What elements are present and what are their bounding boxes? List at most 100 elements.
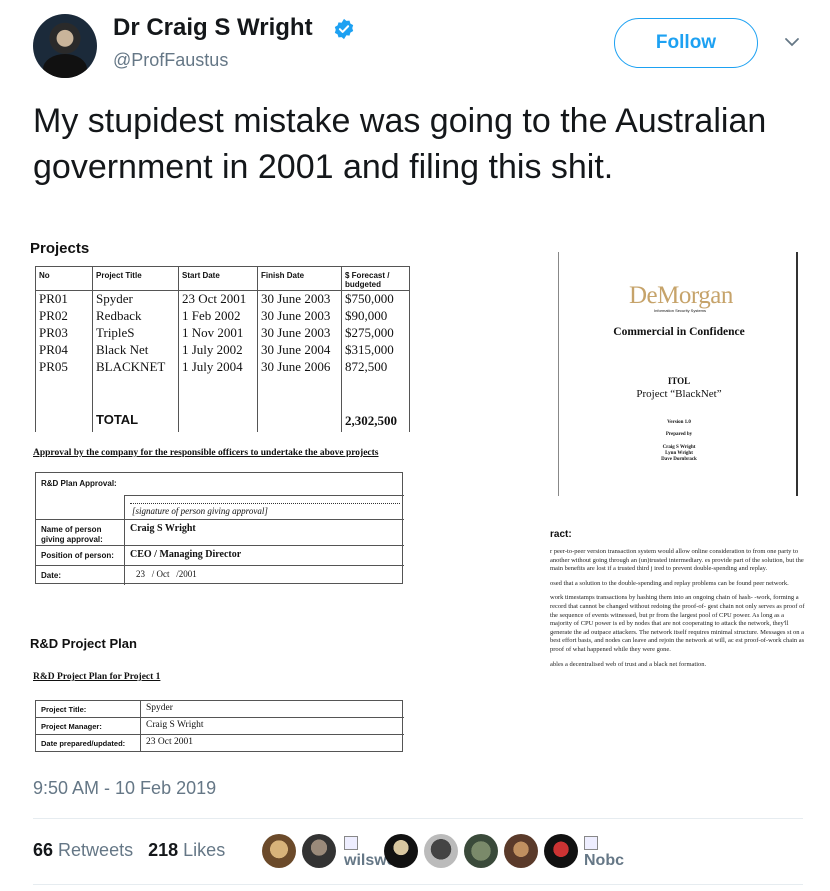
rd-row: Project Manager: Craig S Wright: [36, 718, 404, 735]
plan-approval-label: R&D Plan Approval:: [41, 479, 117, 488]
table-row: [35, 375, 410, 406]
verified-badge-icon: [334, 18, 354, 40]
divider: [33, 818, 803, 819]
rd-heading: R&D Project Plan: [30, 636, 137, 651]
liker-avatar[interactable]: [504, 834, 538, 868]
table-cell: PR02: [35, 307, 93, 325]
liker-avatar[interactable]: [262, 834, 296, 868]
projects-heading: Projects: [30, 240, 90, 257]
tweet-text: My stupidest mistake was going to the Au…: [33, 102, 767, 186]
chevron-down-icon[interactable]: [784, 34, 800, 50]
rd-label: Project Manager:: [41, 722, 102, 731]
column-header: Project Title: [92, 266, 179, 291]
date-label: Date:: [41, 571, 62, 580]
table-cell: 30 June 2006: [257, 358, 342, 376]
follow-button[interactable]: Follow: [614, 18, 758, 68]
column-header: Finish Date: [257, 266, 342, 291]
table-cell: Spyder: [92, 290, 179, 308]
table-cell: $750,000: [341, 290, 410, 308]
liker-avatar[interactable]: [464, 834, 498, 868]
table-cell: BLACKNET: [92, 358, 179, 376]
liker-alt-text: Nobc: [584, 852, 624, 869]
liker-avatar[interactable]: [302, 834, 336, 868]
total-value: 2,302,500: [341, 405, 410, 432]
table-cell: PR05: [35, 358, 93, 376]
table-row: PR02 Redback 1 Feb 2002 30 June 2003 $90…: [35, 307, 410, 325]
approval-box: R&D Plan Approval: [signature of person …: [35, 472, 404, 585]
table-cell: 1 July 2002: [178, 341, 258, 359]
liker-avatar[interactable]: [544, 834, 578, 868]
table-row: PR03 TripleS 1 Nov 2001 30 June 2003 $27…: [35, 324, 410, 342]
rd-plan-box: Project Title: Spyder Project Manager: C…: [35, 700, 404, 752]
likers-avatars: wilswe Nobc: [262, 834, 682, 870]
position-label: Position of person:: [41, 551, 114, 560]
demorgan-tagline: Information Security Systems: [654, 308, 707, 313]
column-header: No: [35, 266, 93, 291]
author-handle[interactable]: @ProfFaustus: [113, 50, 228, 71]
table-cell: 30 June 2004: [257, 341, 342, 359]
likes-count[interactable]: 218: [148, 840, 178, 860]
tweet-media-document[interactable]: Projects No Project Title Start Date Fin…: [30, 236, 805, 766]
abstract-paragraph: ables a decentralised web of trust and a…: [550, 660, 707, 668]
approval-title: Approval by the company for the responsi…: [33, 448, 379, 458]
signature-placeholder: [signature of person giving approval]: [132, 506, 268, 516]
table-cell: 30 June 2003: [257, 290, 342, 308]
broken-image-icon: [584, 836, 598, 850]
table-cell: 23 Oct 2001: [178, 290, 258, 308]
table-total-row: TOTAL 2,302,500: [35, 405, 410, 432]
table-cell: PR04: [35, 341, 93, 359]
name-value: Craig S Wright: [130, 523, 196, 534]
table-cell: 872,500: [341, 358, 410, 376]
column-header: $ Forecast / budgeted: [341, 266, 410, 291]
position-value: CEO / Managing Director: [130, 549, 242, 560]
rd-row: Project Title: Spyder: [36, 701, 404, 718]
rd-subheading: R&D Project Plan for Project 1: [33, 672, 161, 682]
table-cell: 30 June 2003: [257, 324, 342, 342]
project-name: Project “BlackNet”: [636, 388, 722, 400]
itol-label: ITOL: [667, 376, 691, 386]
abstract-heading: ract:: [550, 529, 572, 540]
likes-label[interactable]: Likes: [183, 840, 225, 860]
date-value: 23 / Oct /2001: [136, 569, 197, 579]
divider: [33, 884, 803, 885]
demorgan-logo: DeMorgan: [629, 282, 733, 309]
table-cell: TripleS: [92, 324, 179, 342]
prepared-by-label: Prepared by: [665, 432, 693, 437]
liker-avatar[interactable]: [384, 834, 418, 868]
rd-value: Craig S Wright: [146, 720, 204, 730]
projects-table: No Project Title Start Date Finish Date …: [35, 266, 410, 432]
table-cell: $315,000: [341, 341, 410, 359]
author-display-name[interactable]: Dr Craig S Wright: [113, 14, 313, 42]
table-cell: 1 Nov 2001: [178, 324, 258, 342]
liker-avatar[interactable]: [424, 834, 458, 868]
retweets-label[interactable]: Retweets: [58, 840, 133, 860]
name-label: Name of person giving approval:: [41, 525, 103, 544]
rd-value: Spyder: [146, 703, 173, 713]
cover-page: DeMorgan Information Security Systems Co…: [558, 252, 798, 496]
tweet-timestamp[interactable]: 9:50 AM - 10 Feb 2019: [33, 778, 216, 799]
table-cell: $90,000: [341, 307, 410, 325]
table-row: PR05 BLACKNET 1 July 2004 30 June 2006 8…: [35, 358, 410, 376]
retweets-count[interactable]: 66: [33, 840, 53, 860]
tweet-stats: 66 Retweets 218 Likes: [33, 840, 225, 861]
table-cell: 1 July 2004: [178, 358, 258, 376]
table-row: PR04 Black Net 1 July 2002 30 June 2004 …: [35, 341, 410, 359]
rd-value: 23 Oct 2001: [146, 737, 193, 747]
table-row: PR01 Spyder 23 Oct 2001 30 June 2003 $75…: [35, 290, 410, 308]
author-avatar[interactable]: [33, 14, 97, 78]
rd-label: Project Title:: [41, 705, 87, 714]
abstract-text: r peer-to-peer version transaction syste…: [550, 548, 806, 675]
abstract-paragraph: osed that a solution to the double-spend…: [550, 579, 789, 587]
confidentiality-label: Commercial in Confidence: [613, 326, 745, 338]
total-label: TOTAL: [92, 405, 179, 432]
broken-image-icon: [344, 836, 358, 850]
version-label: Version 1.0: [667, 420, 691, 425]
liker-avatar[interactable]: Nobc: [584, 834, 644, 874]
table-cell: 1 Feb 2002: [178, 307, 258, 325]
table-cell: PR01: [35, 290, 93, 308]
author-name: Dave Dornbrack: [661, 457, 697, 462]
abstract-paragraph: work timestamps transactions by hashing …: [550, 594, 805, 653]
table-cell: Redback: [92, 307, 179, 325]
rd-label: Date prepared/updated:: [41, 739, 126, 748]
table-cell: $275,000: [341, 324, 410, 342]
